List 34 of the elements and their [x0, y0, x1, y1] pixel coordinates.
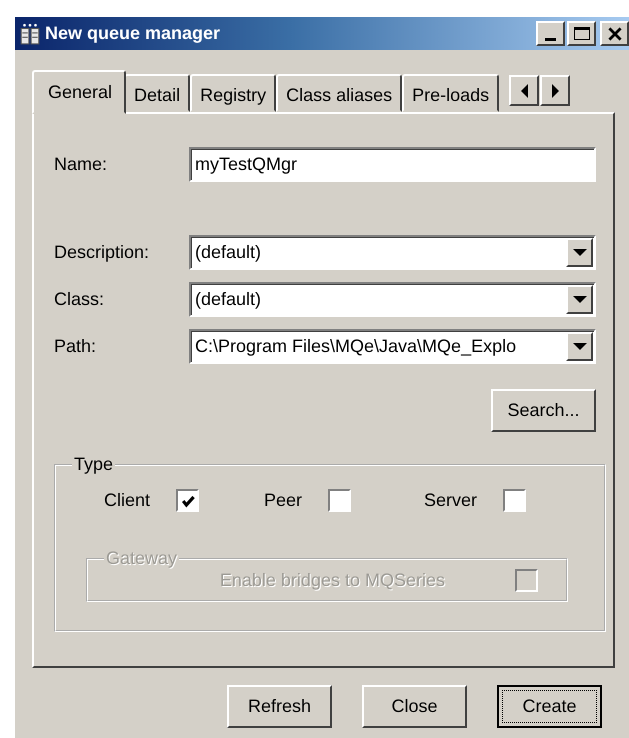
dropdown[interactable]: C:\Program Files\MQe\Java\MQe_Explo [189, 329, 596, 364]
tab[interactable]: General [32, 70, 126, 114]
servers-icon [19, 22, 41, 44]
name-field[interactable]: myTestQMgr [189, 147, 596, 182]
tab[interactable]: Class aliases [276, 74, 402, 112]
window-title: New queue manager [45, 23, 220, 44]
search-button[interactable]: Search... [491, 389, 596, 432]
tab[interactable]: Detail [124, 74, 190, 112]
close-button[interactable] [600, 21, 629, 46]
group-title: Gateway [105, 548, 178, 569]
scroll-right-button[interactable] [540, 75, 570, 106]
dialog-button[interactable]: Close [362, 685, 467, 728]
minimize-button[interactable] [536, 21, 565, 46]
tab[interactable]: Pre-loads [402, 74, 500, 112]
maximize-button[interactable] [567, 21, 596, 46]
checkbox-label: Client [104, 490, 150, 511]
dialog-button[interactable]: Refresh [227, 685, 332, 728]
scroll-left-button[interactable] [509, 75, 540, 106]
tab[interactable]: Registry [190, 74, 276, 112]
close-icon [608, 26, 622, 40]
field-label: Class: [54, 289, 106, 310]
field-label: Path: [54, 336, 98, 357]
checkbox[interactable] [503, 489, 526, 512]
field-label: Description: [54, 242, 150, 263]
checkbox[interactable] [328, 489, 352, 512]
dropdown[interactable]: (default) [189, 235, 596, 270]
checkbox-label: Peer [264, 490, 302, 511]
dialog-button[interactable]: Create [497, 685, 602, 728]
checkbox-label: Server [424, 490, 478, 511]
checkbox[interactable] [176, 489, 200, 512]
field-label: Name: [54, 154, 108, 175]
group-title: Type [73, 454, 114, 475]
dropdown[interactable]: (default) [189, 282, 596, 317]
checkbox-label: Enable bridges to MQSeries [220, 570, 445, 591]
